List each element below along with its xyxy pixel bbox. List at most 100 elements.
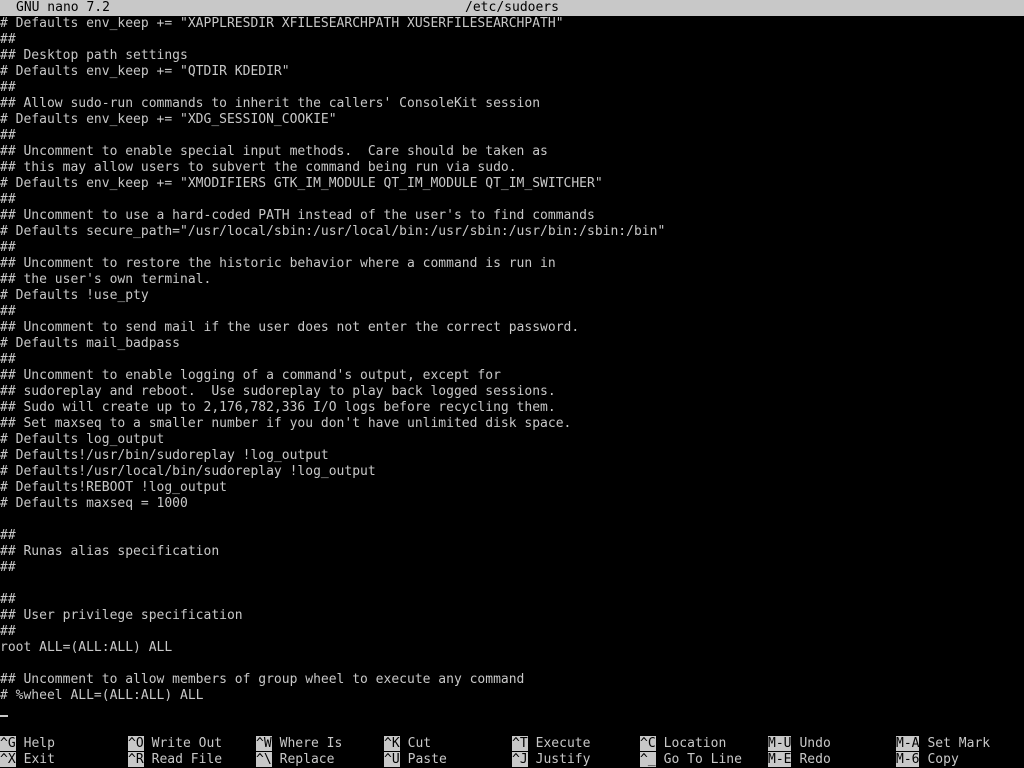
shortcut-key: ^W (256, 736, 272, 751)
editor-line[interactable]: ## (0, 592, 1024, 608)
editor-line[interactable]: ## Uncomment to enable logging of a comm… (0, 368, 1024, 384)
editor-line[interactable]: ## Uncomment to allow members of group w… (0, 672, 1024, 688)
title-bar: GNU nano 7.2 /etc/sudoers (0, 0, 1024, 16)
shortcut-paste[interactable]: ^U Paste (384, 752, 447, 768)
editor-line[interactable]: # Defaults !use_pty (0, 288, 1024, 304)
shortcut-label: Go To Line (663, 752, 742, 767)
shortcut-label: Cut (407, 736, 432, 751)
editor-line[interactable]: # Defaults!/usr/bin/sudoreplay !log_outp… (0, 448, 1024, 464)
shortcut-undo[interactable]: M-U Undo (768, 736, 831, 752)
shortcut-label: Set Mark (927, 736, 991, 751)
editor-line[interactable]: ## (0, 240, 1024, 256)
shortcut-key: M-E (768, 752, 792, 767)
shortcut-key: ^O (128, 736, 144, 751)
editor-line[interactable] (0, 576, 1024, 592)
shortcut-label: Exit (23, 752, 55, 767)
editor-line[interactable]: ## (0, 128, 1024, 144)
shortcut-key: ^U (384, 752, 400, 767)
shortcut-label: Replace (279, 752, 335, 767)
editor-line[interactable]: ## (0, 528, 1024, 544)
editor-line[interactable]: root ALL=(ALL:ALL) ALL (0, 640, 1024, 656)
shortcut-label: Undo (799, 736, 831, 751)
shortcut-set-mark[interactable]: M-A Set Mark (896, 736, 990, 752)
editor-line[interactable]: ## Sudo will create up to 2,176,782,336 … (0, 400, 1024, 416)
editor-text-area[interactable]: # Defaults env_keep += "XAPPLRESDIR XFIL… (0, 16, 1024, 720)
shortcut-bar: ^G Help ^O Write Out ^W Where Is ^K Cut ^T Execut… (0, 736, 1024, 768)
shortcut-execute[interactable]: ^T Execute (512, 736, 590, 752)
shortcut-label: Paste (407, 752, 447, 767)
shortcut-label: Read File (151, 752, 223, 767)
shortcut-justify[interactable]: ^J Justify (512, 752, 590, 768)
editor-line[interactable]: ## Set maxseq to a smaller number if you… (0, 416, 1024, 432)
shortcut-copy[interactable]: M-6 Copy (896, 752, 959, 768)
shortcut-label: Copy (927, 752, 959, 767)
editor-line[interactable] (0, 704, 1024, 720)
shortcut-label: Justify (535, 752, 591, 767)
editor-line[interactable]: ## Uncomment to use a hard-coded PATH in… (0, 208, 1024, 224)
editor-line[interactable]: # Defaults!/usr/local/bin/sudoreplay !lo… (0, 464, 1024, 480)
editor-line[interactable]: # Defaults!REBOOT !log_output (0, 480, 1024, 496)
shortcut-label: Redo (799, 752, 831, 767)
editor-line[interactable]: ## Uncomment to restore the historic beh… (0, 256, 1024, 272)
editor-line[interactable]: # Defaults mail_badpass (0, 336, 1024, 352)
shortcut-redo[interactable]: M-E Redo (768, 752, 831, 768)
shortcut-key: ^C (640, 736, 656, 751)
shortcut-key: ^\ (256, 752, 272, 767)
editor-line[interactable] (0, 656, 1024, 672)
shortcut-help[interactable]: ^G Help (0, 736, 55, 752)
editor-line[interactable]: ## Runas alias specification (0, 544, 1024, 560)
editor-line[interactable]: ## (0, 192, 1024, 208)
shortcut-label: Location (663, 736, 727, 751)
editor-line[interactable]: # %wheel ALL=(ALL:ALL) ALL (0, 688, 1024, 704)
shortcut-label: Write Out (151, 736, 223, 751)
shortcut-where-is[interactable]: ^W Where Is (256, 736, 342, 752)
shortcut-label: Execute (535, 736, 591, 751)
editor-line[interactable]: # Defaults secure_path="/usr/local/sbin:… (0, 224, 1024, 240)
shortcut-key: ^G (0, 736, 16, 751)
editor-line[interactable]: # Defaults env_keep += "XAPPLRESDIR XFIL… (0, 16, 1024, 32)
editor-line[interactable]: ## (0, 80, 1024, 96)
shortcut-key: ^X (0, 752, 16, 767)
editor-line[interactable]: ## Desktop path settings (0, 48, 1024, 64)
shortcut-read-file[interactable]: ^R Read File (128, 752, 222, 768)
shortcut-key: ^K (384, 736, 400, 751)
editor-line[interactable]: ## (0, 304, 1024, 320)
editor-line[interactable]: # Defaults log_output (0, 432, 1024, 448)
shortcut-row-2: ^X Exit ^R Read File ^\ Replace ^U Paste ^J Justi… (0, 752, 1024, 768)
editor-line[interactable]: # Defaults maxseq = 1000 (0, 496, 1024, 512)
shortcut-key: ^J (512, 752, 528, 767)
shortcut-key: M-A (896, 736, 920, 751)
editor-line[interactable]: ## (0, 560, 1024, 576)
editor-line[interactable]: ## the user's own terminal. (0, 272, 1024, 288)
shortcut-exit[interactable]: ^X Exit (0, 752, 55, 768)
shortcut-go-to-line[interactable]: ^_ Go To Line (640, 752, 742, 768)
text-cursor (0, 715, 8, 717)
editor-line[interactable]: ## (0, 352, 1024, 368)
editor-line[interactable]: ## User privilege specification (0, 608, 1024, 624)
shortcut-location[interactable]: ^C Location (640, 736, 726, 752)
editor-line[interactable]: ## Uncomment to send mail if the user do… (0, 320, 1024, 336)
nano-terminal: GNU nano 7.2 /etc/sudoers # Defaults env… (0, 0, 1024, 768)
shortcut-label: Where Is (279, 736, 343, 751)
editor-line[interactable]: ## (0, 32, 1024, 48)
shortcut-key: ^_ (640, 752, 656, 767)
editor-line[interactable]: ## Uncomment to enable special input met… (0, 144, 1024, 160)
editor-line[interactable]: # Defaults env_keep += "XMODIFIERS GTK_I… (0, 176, 1024, 192)
shortcut-key: ^T (512, 736, 528, 751)
shortcut-cut[interactable]: ^K Cut (384, 736, 431, 752)
shortcut-label: Help (23, 736, 55, 751)
editor-line[interactable]: # Defaults env_keep += "QTDIR KDEDIR" (0, 64, 1024, 80)
shortcut-row-1: ^G Help ^O Write Out ^W Where Is ^K Cut ^T Execut… (0, 736, 1024, 752)
editor-line[interactable]: ## (0, 624, 1024, 640)
editor-line[interactable]: ## this may allow users to subvert the c… (0, 160, 1024, 176)
editor-line[interactable]: # Defaults env_keep += "XDG_SESSION_COOK… (0, 112, 1024, 128)
shortcut-key: M-6 (896, 752, 920, 767)
editor-line[interactable]: ## sudoreplay and reboot. Use sudoreplay… (0, 384, 1024, 400)
file-path: /etc/sudoers (465, 0, 559, 15)
shortcut-write-out[interactable]: ^O Write Out (128, 736, 222, 752)
shortcut-key: ^R (128, 752, 144, 767)
editor-line[interactable] (0, 512, 1024, 528)
editor-line[interactable]: ## Allow sudo-run commands to inherit th… (0, 96, 1024, 112)
shortcut-replace[interactable]: ^\ Replace (256, 752, 334, 768)
shortcut-key: M-U (768, 736, 792, 751)
